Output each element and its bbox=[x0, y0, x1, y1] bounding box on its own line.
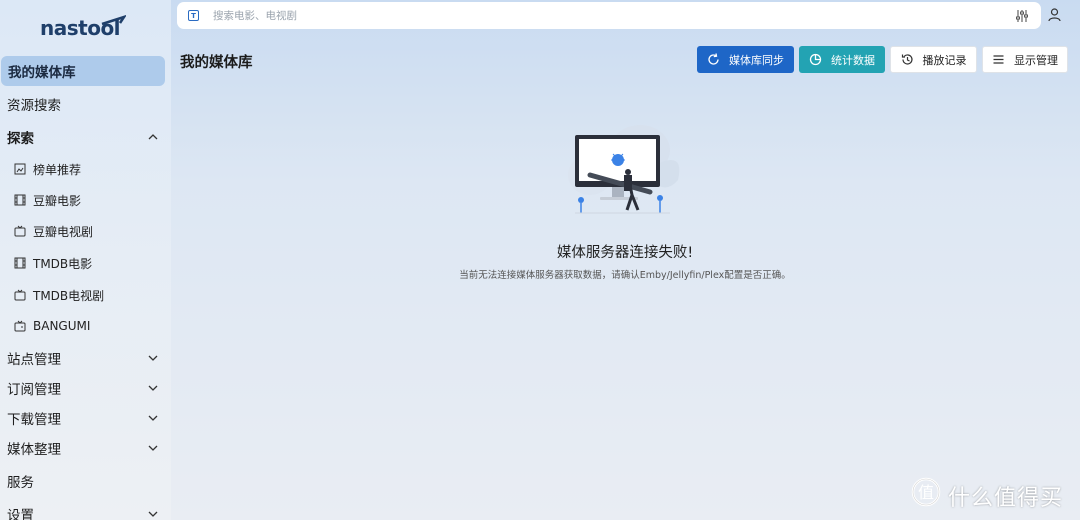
sidebar-item-media-organize[interactable]: 媒体整理 bbox=[0, 433, 165, 463]
button-label: 播放记录 bbox=[922, 53, 967, 67]
sidebar-item-label: 设置 bbox=[7, 508, 34, 520]
chevron-down-icon bbox=[148, 355, 158, 361]
chart-icon bbox=[14, 163, 26, 175]
filter-sliders-icon[interactable] bbox=[1015, 9, 1029, 23]
list-icon bbox=[993, 55, 1004, 64]
sidebar-subitem-label: 榜单推荐 bbox=[33, 162, 82, 177]
tv-retro-icon bbox=[14, 320, 26, 332]
button-label: 媒体库同步 bbox=[729, 53, 784, 67]
search-bar[interactable]: T 搜索电影、电视剧 bbox=[177, 2, 1041, 29]
sidebar-item-explore[interactable]: 探索 bbox=[0, 122, 165, 152]
sidebar-subitem-label: 豆瓣电视剧 bbox=[33, 224, 94, 239]
sidebar-item-label: 资源搜索 bbox=[7, 98, 61, 114]
nastool-logo[interactable]: nastool bbox=[40, 14, 126, 40]
sidebar-subitem-label: 豆瓣电影 bbox=[33, 193, 82, 208]
button-label: 统计数据 bbox=[831, 53, 875, 67]
page-title: 我的媒体库 bbox=[180, 55, 253, 71]
server-error-illustration bbox=[568, 125, 680, 214]
tv-icon bbox=[14, 225, 26, 237]
sidebar-item-download-management[interactable]: 下载管理 bbox=[0, 403, 165, 433]
smzdm-logo-icon: 值 bbox=[911, 477, 941, 507]
chevron-down-icon bbox=[148, 511, 158, 517]
tv-icon bbox=[14, 289, 26, 301]
sidebar-item-label: 订阅管理 bbox=[7, 382, 61, 398]
sidebar-subitem-label: TMDB电视剧 bbox=[33, 288, 105, 303]
svg-text:值: 值 bbox=[918, 483, 934, 502]
refresh-icon bbox=[708, 53, 719, 65]
sidebar-subitem-rankings[interactable]: 榜单推荐 bbox=[0, 155, 165, 183]
statistics-button[interactable]: 统计数据 bbox=[799, 46, 885, 73]
sidebar-subitem-douban-movie[interactable]: 豆瓣电影 bbox=[0, 186, 165, 214]
sidebar-item-services[interactable]: 服务 bbox=[0, 466, 165, 496]
sidebar-item-label: 服务 bbox=[7, 475, 34, 491]
search-input[interactable]: 搜索电影、电视剧 bbox=[213, 8, 1015, 23]
sidebar-item-my-library[interactable]: 我的媒体库 bbox=[1, 56, 165, 86]
sidebar-item-resource-search[interactable]: 资源搜索 bbox=[0, 89, 165, 119]
sidebar-subitem-label: BANGUMI bbox=[33, 319, 91, 333]
sidebar-item-settings[interactable]: 设置 bbox=[0, 499, 165, 520]
logo-swoosh-icon bbox=[101, 15, 126, 26]
sidebar-item-label: 站点管理 bbox=[7, 352, 61, 368]
button-label: 显示管理 bbox=[1014, 53, 1058, 67]
sidebar-item-label: 探索 bbox=[7, 131, 34, 147]
error-title: 媒体服务器连接失败! bbox=[556, 245, 694, 261]
watermark-text: 什么值得买 bbox=[948, 486, 1064, 511]
chevron-down-icon bbox=[148, 385, 158, 391]
sidebar-item-subscription-management[interactable]: 订阅管理 bbox=[0, 373, 165, 403]
error-description: 当前无法连接媒体服务器获取数据，请确认Emby/Jellyfin/Plex配置是… bbox=[459, 270, 791, 281]
sidebar-item-site-management[interactable]: 站点管理 bbox=[0, 343, 165, 373]
pie-chart-icon bbox=[809, 53, 822, 66]
sidebar-item-label: 我的媒体库 bbox=[8, 65, 76, 81]
sidebar-item-label: 媒体整理 bbox=[7, 442, 61, 458]
sidebar-subitem-tmdb-tv[interactable]: TMDB电视剧 bbox=[0, 281, 165, 309]
user-icon[interactable] bbox=[1048, 8, 1061, 22]
library-sync-button[interactable]: 媒体库同步 bbox=[697, 46, 794, 73]
chevron-down-icon bbox=[148, 415, 158, 421]
search-type-icon[interactable]: T bbox=[188, 10, 199, 21]
chevron-down-icon bbox=[148, 445, 158, 451]
display-management-button[interactable]: 显示管理 bbox=[982, 46, 1068, 73]
sidebar-item-label: 下载管理 bbox=[7, 412, 61, 428]
history-icon bbox=[901, 54, 913, 65]
sidebar-subitem-bangumi[interactable]: BANGUMI bbox=[0, 312, 165, 340]
watermark: 值 什么值得买 bbox=[910, 476, 1070, 512]
film-icon bbox=[14, 194, 26, 206]
play-history-button[interactable]: 播放记录 bbox=[890, 46, 977, 73]
chevron-up-icon bbox=[148, 134, 158, 140]
